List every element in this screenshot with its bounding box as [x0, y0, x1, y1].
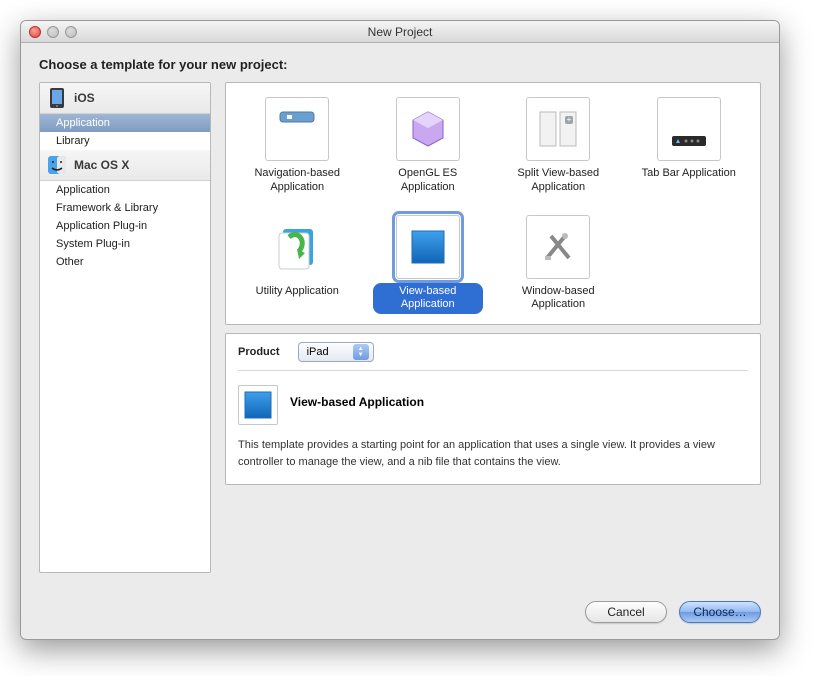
template-tab-bar[interactable]: Tab Bar Application [624, 97, 755, 197]
main-row: iOS Application Library Mac OS X Applica… [39, 82, 761, 573]
page-heading: Choose a template for your new project: [39, 57, 761, 72]
template-grid: Navigation-based Application OpenGL ES A… [225, 82, 761, 325]
product-label: Product [238, 346, 280, 358]
template-label: Tab Bar Application [638, 165, 740, 183]
tabbar-icon [657, 97, 721, 161]
utility-icon [265, 215, 329, 279]
new-project-window: New Project Choose a template for your n… [20, 20, 780, 640]
finder-icon [46, 154, 68, 176]
detail-body: View-based Application [238, 381, 748, 425]
sidebar-item-mac-app-plugin[interactable]: Application Plug-in [40, 217, 210, 235]
sidebar-item-ios-application[interactable]: Application [40, 114, 210, 132]
sidebar-item-ios-library[interactable]: Library [40, 132, 210, 150]
detail-panel: Product iPad ▲▼ View-based Application [225, 333, 761, 485]
product-select[interactable]: iPad ▲▼ [298, 342, 374, 362]
template-label: Split View-based Application [503, 165, 613, 197]
nav-app-icon [265, 97, 329, 161]
right-column: Navigation-based Application OpenGL ES A… [225, 82, 761, 573]
footer: Cancel Choose… [21, 587, 779, 639]
product-value: iPad [307, 346, 329, 358]
detail-title: View-based Application [290, 395, 424, 409]
sidebar: iOS Application Library Mac OS X Applica… [39, 82, 211, 573]
window-title: New Project [21, 25, 779, 39]
detail-description: This template provides a starting point … [238, 437, 748, 470]
opengl-icon [396, 97, 460, 161]
window-icon [526, 215, 590, 279]
detail-text: View-based Application [290, 385, 424, 409]
sidebar-item-mac-sys-plugin[interactable]: System Plug-in [40, 235, 210, 253]
iphone-icon [46, 87, 68, 109]
sidebar-group-label: iOS [74, 91, 95, 105]
sidebar-group-label: Mac OS X [74, 158, 129, 172]
template-navigation-based[interactable]: Navigation-based Application [232, 97, 363, 197]
product-row: Product iPad ▲▼ [238, 342, 748, 371]
template-opengl-es[interactable]: OpenGL ES Application [363, 97, 494, 197]
template-label: Navigation-based Application [242, 165, 352, 197]
view-icon [396, 215, 460, 279]
select-arrows-icon: ▲▼ [353, 344, 369, 360]
template-window-based[interactable]: Window-based Application [493, 215, 624, 315]
template-view-based[interactable]: View-based Application [363, 215, 494, 315]
splitview-icon: + [526, 97, 590, 161]
template-label: View-based Application [373, 283, 483, 315]
template-split-view[interactable]: + Split View-based Application [493, 97, 624, 197]
detail-icon [238, 385, 278, 425]
cancel-button[interactable]: Cancel [585, 601, 667, 623]
template-utility[interactable]: Utility Application [232, 215, 363, 315]
sidebar-group-ios[interactable]: iOS [40, 83, 210, 114]
template-label: Utility Application [252, 283, 343, 301]
template-label: Window-based Application [503, 283, 613, 315]
titlebar: New Project [21, 21, 779, 43]
content: Choose a template for your new project: … [21, 43, 779, 587]
svg-text:+: + [567, 115, 572, 124]
sidebar-group-macosx[interactable]: Mac OS X [40, 150, 210, 181]
choose-button[interactable]: Choose… [679, 601, 761, 623]
sidebar-item-mac-framework[interactable]: Framework & Library [40, 199, 210, 217]
sidebar-item-mac-other[interactable]: Other [40, 253, 210, 271]
sidebar-item-mac-application[interactable]: Application [40, 181, 210, 199]
template-label: OpenGL ES Application [373, 165, 483, 197]
